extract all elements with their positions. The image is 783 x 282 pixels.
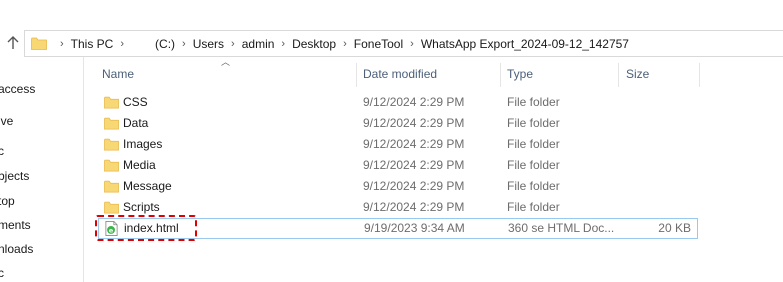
file-type: File folder [507, 179, 560, 193]
address-bar[interactable]: › This PC › (C:) › Users › admin › Deskt… [24, 30, 783, 57]
chevron-right-icon[interactable]: › [281, 38, 285, 50]
file-date-modified: 9/12/2024 2:29 PM [363, 137, 465, 151]
file-row[interactable]: Media 9/12/2024 2:29 PM File folder [98, 155, 698, 176]
file-row[interactable]: CSS 9/12/2024 2:29 PM File folder [98, 92, 698, 113]
nav-item-music[interactable]: c [0, 266, 4, 280]
breadcrumb-whatsapp-export[interactable]: WhatsApp Export_2024-09-12_142757 [421, 37, 629, 51]
file-row[interactable]: Images 9/12/2024 2:29 PM File folder [98, 134, 698, 155]
folder-icon [104, 117, 119, 130]
nav-item-downloads[interactable]: nloads [0, 242, 33, 256]
folder-icon [104, 159, 119, 172]
column-divider[interactable] [699, 63, 700, 87]
breadcrumb-desktop[interactable]: Desktop [292, 37, 336, 51]
file-type: File folder [507, 116, 560, 130]
breadcrumb-admin[interactable]: admin [242, 37, 275, 51]
folder-icon [104, 180, 119, 193]
file-size: 20 KB [658, 221, 691, 235]
breadcrumb-drive-c[interactable]: (C:) [155, 37, 175, 51]
file-date-modified: 9/12/2024 2:29 PM [363, 158, 465, 172]
nav-item-quick-access[interactable]: access [0, 82, 35, 96]
sort-ascending-icon: ︿ [221, 57, 231, 67]
column-header-size[interactable]: Size [626, 61, 649, 87]
file-type: File folder [507, 158, 560, 172]
breadcrumb-users[interactable]: Users [193, 37, 224, 51]
title-area [0, 0, 783, 30]
column-divider[interactable] [618, 63, 619, 87]
file-name: Images [123, 137, 163, 151]
file-name: Scripts [123, 200, 160, 214]
column-header-name[interactable]: Name [102, 61, 134, 87]
column-divider[interactable] [500, 63, 501, 87]
file-type: File folder [507, 137, 560, 151]
file-type: 360 se HTML Doc... [508, 221, 615, 235]
file-date-modified: 9/12/2024 2:29 PM [363, 179, 465, 193]
breadcrumb-this-pc[interactable]: This PC [71, 37, 114, 51]
column-header-type[interactable]: Type [507, 61, 533, 87]
nav-item-3d-objects[interactable]: bjects [0, 169, 29, 183]
chevron-right-icon[interactable]: › [231, 38, 235, 50]
file-row[interactable]: Message 9/12/2024 2:29 PM File folder [98, 176, 698, 197]
file-date-modified: 9/19/2023 9:34 AM [364, 221, 465, 235]
address-row: › This PC › (C:) › Users › admin › Deskt… [0, 30, 783, 57]
column-header-date-modified[interactable]: Date modified [363, 61, 437, 87]
folder-icon [31, 37, 47, 50]
chevron-right-icon: › [60, 37, 64, 50]
chevron-right-icon[interactable]: › [343, 38, 347, 50]
folder-icon [104, 138, 119, 151]
file-date-modified: 9/12/2024 2:29 PM [363, 200, 465, 214]
navigation-pane: access ive c bjects top ments nloads c [0, 57, 84, 282]
file-type: File folder [507, 95, 560, 109]
file-name: CSS [123, 95, 148, 109]
nav-item-documents[interactable]: ments [0, 218, 31, 232]
file-name: Media [123, 158, 156, 172]
file-name: Message [123, 179, 172, 193]
file-name: Data [123, 116, 149, 130]
chevron-right-icon[interactable]: › [120, 38, 124, 50]
column-header-row: ︿ Name Date modified Type Size [85, 57, 783, 89]
breadcrumb-fonetool[interactable]: FoneTool [354, 37, 403, 51]
nav-item-desktop[interactable]: top [0, 194, 15, 208]
annotation-highlight-box [95, 215, 197, 241]
folder-icon [104, 201, 119, 214]
up-arrow-icon[interactable] [4, 34, 22, 52]
chevron-right-icon[interactable]: › [410, 38, 414, 50]
file-row[interactable]: Data 9/12/2024 2:29 PM File folder [98, 113, 698, 134]
nav-item-onedrive[interactable]: ive [0, 114, 13, 128]
folder-icon [104, 96, 119, 109]
file-date-modified: 9/12/2024 2:29 PM [363, 95, 465, 109]
file-date-modified: 9/12/2024 2:29 PM [363, 116, 465, 130]
column-divider[interactable] [356, 63, 357, 87]
file-type: File folder [507, 200, 560, 214]
nav-item-this-pc[interactable]: c [0, 144, 4, 158]
chevron-right-icon[interactable]: › [182, 38, 186, 50]
